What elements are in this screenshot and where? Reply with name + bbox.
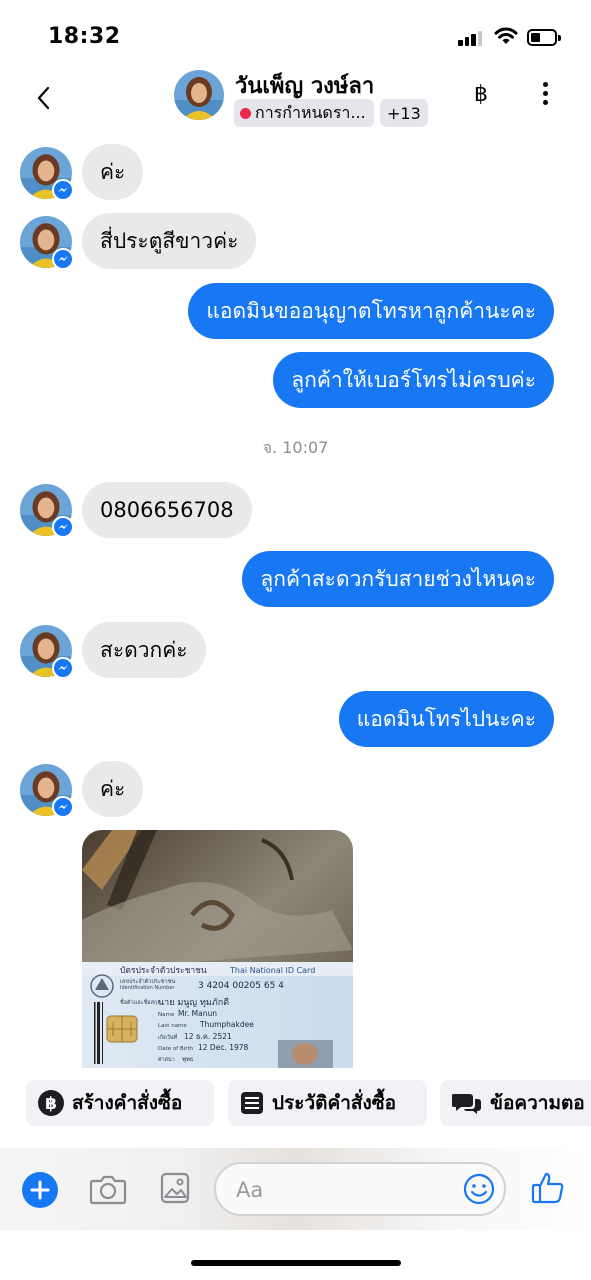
card-id-number: 3 4204 00205 65 4 <box>198 981 284 991</box>
chat-bubbles-icon <box>452 1094 481 1114</box>
label-dot-icon <box>240 107 251 119</box>
baht-icon[interactable]: ฿ <box>466 82 496 107</box>
label-chip[interactable]: การกำหนดรา... <box>234 99 374 127</box>
sender-avatar[interactable] <box>20 216 74 270</box>
card-name-en-label: Name <box>158 1012 175 1018</box>
sender-avatar[interactable] <box>20 147 74 201</box>
messenger-badge-icon <box>52 796 74 818</box>
card-title-en: Thai National ID Card <box>229 966 315 975</box>
saved-replies-label: ข้อความตอ <box>490 1092 585 1114</box>
message-input-placeholder: Aa <box>236 1178 264 1202</box>
sender-avatar[interactable] <box>20 625 74 679</box>
card-name-label: ชื่อตัวและชื่อสกุล <box>120 998 161 1006</box>
card-title-th: บัตรประจำตัวประชาชน <box>120 966 207 976</box>
saved-replies-button[interactable]: ข้อความตอ <box>440 1080 591 1126</box>
order-history-button[interactable]: ประวัติคำสั่งซื้อ <box>228 1080 427 1126</box>
thumbs-up-icon[interactable] <box>530 1170 566 1206</box>
sender-avatar[interactable] <box>20 764 74 818</box>
card-dob-th: 12 ธ.ค. 2521 <box>184 1032 232 1041</box>
messenger-badge-icon <box>52 657 74 679</box>
card-name-en: Mr. Manun <box>178 1009 217 1018</box>
home-indicator <box>191 1260 401 1266</box>
card-last-name-label: Last name <box>158 1023 187 1029</box>
status-bar: 18:32 <box>0 0 591 62</box>
battery-icon <box>527 29 561 46</box>
message-bubble-incoming[interactable]: ค่ะ <box>82 761 144 817</box>
message-bubble-outgoing[interactable]: แอดมินขออนุญาตโทรหาลูกค้านะคะ <box>188 283 554 339</box>
message-bubble-incoming[interactable]: 0806656708 <box>82 482 252 538</box>
message-bubble-outgoing[interactable]: แอดมินโทรไปนะคะ <box>338 691 554 747</box>
create-order-button[interactable]: ฿ สร้างคำสั่งซื้อ <box>26 1080 214 1126</box>
card-dob-en: 12 Dec. 1978 <box>198 1043 249 1052</box>
back-chevron-icon[interactable] <box>30 80 58 116</box>
card-religion: พุทธ <box>182 1056 194 1063</box>
messenger-badge-icon <box>52 179 74 201</box>
card-dob-label-th: เกิดวันที่ <box>158 1033 178 1041</box>
card-id-label: เลขประจำตัวประชาชน <box>120 978 175 985</box>
message-bubble-outgoing[interactable]: ลูกค้าสะดวกรับสายช่วงไหนคะ <box>242 551 554 607</box>
message-bubble-incoming[interactable]: สะดวกค่ะ <box>82 622 206 678</box>
label-text: การกำหนดรา... <box>255 102 366 122</box>
more-labels-chip[interactable]: +13 <box>380 99 428 127</box>
card-religion-label: ศาสนา <box>158 1056 175 1063</box>
messenger-badge-icon <box>52 248 74 270</box>
baht-circle-icon: ฿ <box>38 1090 64 1116</box>
sender-avatar[interactable] <box>20 484 74 538</box>
wifi-icon <box>494 27 518 44</box>
chat-header: วันเพ็ญ วงษ์ลา การกำหนดรา... +13 ฿ <box>0 62 591 134</box>
message-composer: Aa <box>0 1148 591 1230</box>
status-time: 18:32 <box>48 24 121 49</box>
photo-attachment-id-card[interactable]: บัตรประจำตัวประชาชน Thai National ID Car… <box>82 830 353 1068</box>
svg-text:฿: ฿ <box>45 1094 57 1114</box>
message-bubble-incoming[interactable]: ค่ะ <box>82 144 144 200</box>
card-dob-label-en: Date of Birth <box>158 1046 194 1052</box>
message-bubble-outgoing[interactable]: ลูกค้าให้เบอร์โทรไม่ครบค่ะ <box>273 352 554 408</box>
plus-icon[interactable] <box>22 1172 58 1208</box>
card-id-label-en: Identification Number <box>120 985 175 991</box>
create-order-label: สร้างคำสั่งซื้อ <box>72 1092 183 1114</box>
order-list-icon <box>241 1092 263 1114</box>
quick-actions-bar: ฿ สร้างคำสั่งซื้อ ประวัติคำสั่งซื้อ ข้อค… <box>0 1078 591 1128</box>
message-bubble-incoming[interactable]: สี่ประตูสีขาวค่ะ <box>82 213 257 269</box>
contact-avatar[interactable] <box>174 70 224 120</box>
gallery-icon[interactable] <box>160 1172 190 1204</box>
message-timestamp: จ. 10:07 <box>262 438 329 457</box>
camera-icon[interactable] <box>89 1173 127 1205</box>
card-name-th: นาย มนูญ ทุมภักดี <box>158 997 229 1008</box>
messenger-badge-icon <box>52 516 74 538</box>
more-options-icon[interactable] <box>535 82 555 112</box>
emoji-icon[interactable] <box>463 1173 495 1205</box>
contact-name[interactable]: วันเพ็ญ วงษ์ลา <box>235 68 374 103</box>
card-last-name: Thumphakdee <box>199 1020 254 1029</box>
order-history-label: ประวัติคำสั่งซื้อ <box>272 1092 397 1114</box>
signal-icon <box>458 30 484 46</box>
